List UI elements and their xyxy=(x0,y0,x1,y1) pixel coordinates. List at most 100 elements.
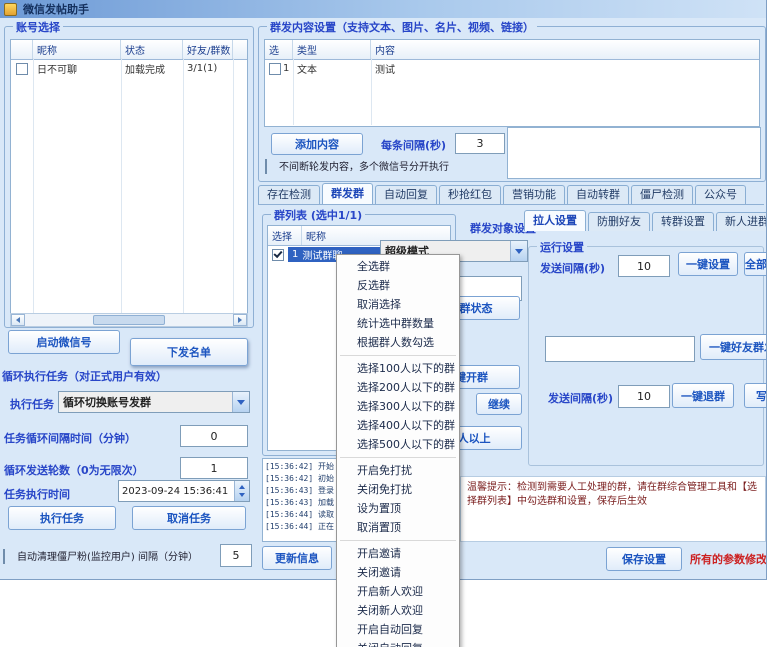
exec-task-label: 执行任务 xyxy=(10,396,54,412)
oneclick-quit-button[interactable]: 一键退群 xyxy=(672,383,734,408)
app-icon xyxy=(4,3,17,16)
update-info-button[interactable]: 更新信息 xyxy=(262,546,332,570)
auto-clean-checkbox[interactable] xyxy=(3,549,5,564)
all-set-button[interactable]: 全部设置 xyxy=(744,252,767,276)
continue-button[interactable]: 继续 xyxy=(476,393,522,415)
send-gap-label-1: 发送间隔(秒) xyxy=(540,260,605,276)
menu-item-invert-select[interactable]: 反选群 xyxy=(337,276,459,295)
context-menu: 全选群 反选群 取消选择 统计选中群数量 根据群人数勾选 选择100人以下的群 … xyxy=(336,254,460,647)
menu-item-under-500[interactable]: 选择500人以下的群 xyxy=(337,435,459,454)
task-time-picker[interactable]: 2023-09-24 15:36:41 xyxy=(118,480,250,502)
edge-cut-button[interactable]: 写上 xyxy=(744,383,767,408)
tab-red-packet[interactable]: 秒抢红包 xyxy=(439,185,501,204)
menu-item-under-300[interactable]: 选择300人以下的群 xyxy=(337,397,459,416)
tab-invite-setting[interactable]: 拉人设置 xyxy=(524,210,586,231)
loop-send-checkbox[interactable] xyxy=(265,159,267,174)
scroll-right-arrow-icon[interactable] xyxy=(233,314,247,326)
send-gap-input-2[interactable]: 10 xyxy=(618,385,670,408)
accounts-col-extra xyxy=(233,40,247,59)
tab-zombie-check[interactable]: 僵尸检测 xyxy=(631,185,693,204)
content-table[interactable]: 选 类型 内容 1 文本 测试 xyxy=(264,39,760,127)
group-row-checkbox[interactable] xyxy=(272,249,284,261)
start-wechat-button[interactable]: 启动微信号 xyxy=(8,330,120,354)
menu-item-invite-on[interactable]: 开启邀请 xyxy=(337,544,459,563)
grid-line xyxy=(183,58,184,313)
menu-item-select-all[interactable]: 全选群 xyxy=(337,257,459,276)
content-row[interactable]: 1 文本 测试 xyxy=(265,60,759,77)
account-row[interactable]: 日不可聊 加载完成 3/1(1) xyxy=(11,60,247,77)
main-tabstrip: 存在检测 群发群 自动回复 秒抢红包 营销功能 自动转群 僵尸检测 公众号 xyxy=(258,184,748,204)
accounts-table[interactable]: 昵称 状态 好友/群数 日不可聊 加载完成 3/1(1) xyxy=(10,39,248,315)
account-status: 加载完成 xyxy=(121,61,183,76)
account-counts: 3/1(1) xyxy=(183,63,233,74)
loop-task-title: 循环执行任务（对正式用户有效） xyxy=(2,368,167,384)
oneclick-friend-send-button[interactable]: 一键好友群发 xyxy=(700,334,767,360)
tab-auto-reply[interactable]: 自动回复 xyxy=(375,185,437,204)
run-task-button[interactable]: 执行任务 xyxy=(8,506,116,530)
accounts-col-counts[interactable]: 好友/群数 xyxy=(183,40,233,59)
content-preview-box[interactable] xyxy=(507,127,761,179)
accounts-col-nickname[interactable]: 昵称 xyxy=(33,40,121,59)
auto-clean-input[interactable]: 5 xyxy=(220,544,252,567)
scrollbar-thumb[interactable] xyxy=(93,315,165,325)
tab-group-send[interactable]: 群发群 xyxy=(322,183,373,204)
menu-item-autoreply-on[interactable]: 开启自动回复 xyxy=(337,620,459,639)
send-gap-input-1[interactable]: 10 xyxy=(618,255,670,277)
tab-marketing[interactable]: 营销功能 xyxy=(503,185,565,204)
interval-input[interactable]: 0 xyxy=(180,425,248,447)
menu-item-under-400[interactable]: 选择400人以下的群 xyxy=(337,416,459,435)
rounds-input[interactable]: 1 xyxy=(180,457,248,479)
content-col-content[interactable]: 内容 xyxy=(371,40,759,59)
menu-item-invite-off[interactable]: 关闭邀请 xyxy=(337,563,459,582)
add-content-button[interactable]: 添加内容 xyxy=(271,133,363,155)
menu-item-count-selected[interactable]: 统计选中群数量 xyxy=(337,314,459,333)
app-root: 微信发帖助手 账号选择 昵称 状态 好友/群数 日不可聊 加载完成 3/1(1) xyxy=(0,0,770,647)
content-col-type[interactable]: 类型 xyxy=(293,40,371,59)
tab-newcomer[interactable]: 新人进群 xyxy=(716,212,767,231)
menu-item-under-100[interactable]: 选择100人以下的群 xyxy=(337,359,459,378)
grid-line xyxy=(371,58,372,125)
save-settings-button[interactable]: 保存设置 xyxy=(606,547,682,571)
cancel-task-button[interactable]: 取消任务 xyxy=(132,506,246,530)
chevron-down-icon[interactable] xyxy=(232,392,249,412)
gap-label: 每条间隔(秒) xyxy=(381,137,446,153)
content-row-checkbox[interactable] xyxy=(269,63,281,75)
menu-item-welcome-off[interactable]: 关闭新人欢迎 xyxy=(337,601,459,620)
send-gap-label-2: 发送间隔(秒) xyxy=(548,390,613,406)
run-setting-title: 运行设置 xyxy=(537,239,587,255)
gap-input[interactable]: 3 xyxy=(455,133,505,154)
content-col-select[interactable]: 选 xyxy=(265,40,293,59)
menu-item-mute-on[interactable]: 开启免打扰 xyxy=(337,461,459,480)
exec-task-combobox[interactable]: 循环切换账号发群 xyxy=(58,391,250,413)
account-checkbox[interactable] xyxy=(16,63,28,75)
tab-anti-delete[interactable]: 防删好友 xyxy=(588,212,650,231)
tab-exist-check[interactable]: 存在检测 xyxy=(258,185,320,204)
title-bar[interactable]: 微信发帖助手 xyxy=(0,0,766,18)
grouplist-col-select[interactable]: 选择 xyxy=(268,226,302,245)
menu-item-pin-off[interactable]: 取消置顶 xyxy=(337,518,459,537)
exec-task-value: 循环切换账号发群 xyxy=(59,394,232,410)
accounts-groupbox: 账号选择 昵称 状态 好友/群数 日不可聊 加载完成 3/1(1) xyxy=(4,26,254,328)
tab-official-account[interactable]: 公众号 xyxy=(695,185,746,204)
scroll-left-arrow-icon[interactable] xyxy=(11,314,25,326)
spinner-icon[interactable] xyxy=(234,481,249,501)
oneclick-set-button[interactable]: 一键设置 xyxy=(678,252,738,276)
grouplist-title: 群列表 (选中1/1) xyxy=(271,207,365,223)
tab-auto-transfer[interactable]: 自动转群 xyxy=(567,185,629,204)
menu-item-clear-select[interactable]: 取消选择 xyxy=(337,295,459,314)
tab-transfer-setting[interactable]: 转群设置 xyxy=(652,212,714,231)
menu-item-mute-off[interactable]: 关闭免打扰 xyxy=(337,480,459,499)
accounts-col-status[interactable]: 状态 xyxy=(121,40,183,59)
menu-separator xyxy=(340,355,456,356)
menu-item-autoreply-off[interactable]: 关闭自动回复 xyxy=(337,639,459,647)
chevron-down-icon[interactable] xyxy=(510,241,527,261)
grid-line xyxy=(233,58,234,313)
menu-item-welcome-on[interactable]: 开启新人欢迎 xyxy=(337,582,459,601)
accounts-h-scrollbar[interactable] xyxy=(10,313,248,327)
menu-item-under-200[interactable]: 选择200人以下的群 xyxy=(337,378,459,397)
menu-item-pin-on[interactable]: 设为置顶 xyxy=(337,499,459,518)
export-list-button[interactable]: 下发名单 xyxy=(130,338,248,366)
menu-item-select-by-size[interactable]: 根据群人数勾选 xyxy=(337,333,459,352)
content-row-seq: 1 xyxy=(283,63,289,74)
keyword-input[interactable] xyxy=(545,336,695,362)
